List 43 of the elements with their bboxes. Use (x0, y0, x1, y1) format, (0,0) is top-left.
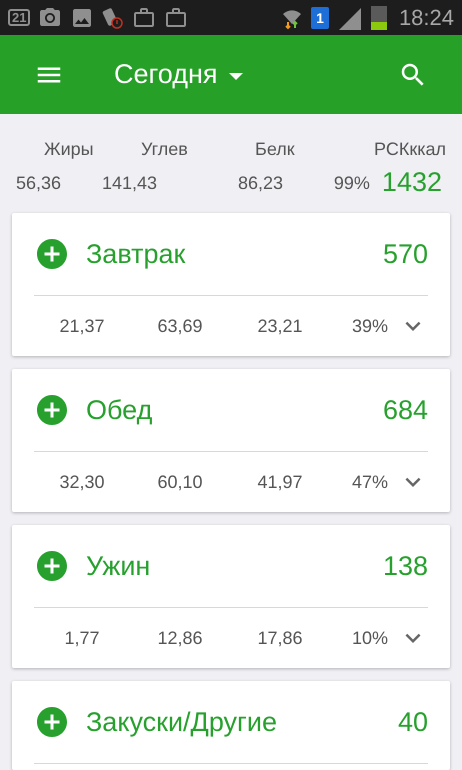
add-icon[interactable] (34, 548, 70, 584)
nutrient-label: Белк (254, 138, 296, 161)
nutrient-value: 10% (350, 626, 388, 650)
briefcase-icon (132, 6, 156, 30)
nutrient-label: Жиры (43, 138, 95, 161)
nutrient-value: 12,86 (156, 626, 204, 650)
signal-icon (336, 6, 363, 30)
nutrient-value: 41,97 (256, 470, 304, 494)
nutrient-total: 141,43 (101, 172, 158, 195)
briefcase-icon (164, 6, 188, 30)
nutrient-value: 21,37 (58, 314, 106, 338)
meal-name: Завтрак (86, 238, 186, 271)
date-dropdown[interactable]: Сегодня (114, 54, 244, 95)
meal-calories: 138 (382, 550, 428, 583)
battery-icon (370, 6, 387, 30)
add-icon[interactable] (34, 236, 70, 272)
meal-calories: 684 (382, 394, 428, 427)
nutrient-total: 99% (332, 172, 370, 195)
nutrient-label: РСКккал (373, 138, 446, 161)
calendar-icon: 21 (8, 9, 30, 26)
add-icon[interactable] (34, 704, 70, 740)
nutrient-total: 56,36 (16, 172, 62, 195)
calorie-total: 1432 (382, 167, 443, 197)
add-icon[interactable] (34, 392, 70, 428)
nutrient-value: 63,69 (156, 314, 204, 338)
caret-icon (229, 73, 244, 80)
nutrient-value: 60,10 (156, 470, 204, 494)
nutrient-value: 1,77 (63, 626, 101, 650)
nutrient-value: 23,21 (256, 314, 304, 338)
nutrient-total: 86,23 (237, 172, 284, 195)
nutrient-value: 47% (350, 470, 388, 494)
meal-calories: 570 (382, 238, 428, 271)
clock: 18:24 (398, 4, 454, 32)
nutrient-value: 32,30 (58, 470, 106, 494)
sim-icon: 1 (311, 6, 329, 28)
meal-name: Обед (86, 394, 154, 427)
meal-name: Ужин (86, 550, 152, 583)
nutrient-value: 39% (350, 314, 388, 338)
nutrient-value: 17,86 (256, 626, 304, 650)
battery-warning-icon (102, 6, 124, 30)
meal-name: Закуски/Другие (86, 706, 278, 739)
meal-calories: 40 (398, 706, 428, 739)
nutrient-label: Углев (140, 138, 189, 161)
